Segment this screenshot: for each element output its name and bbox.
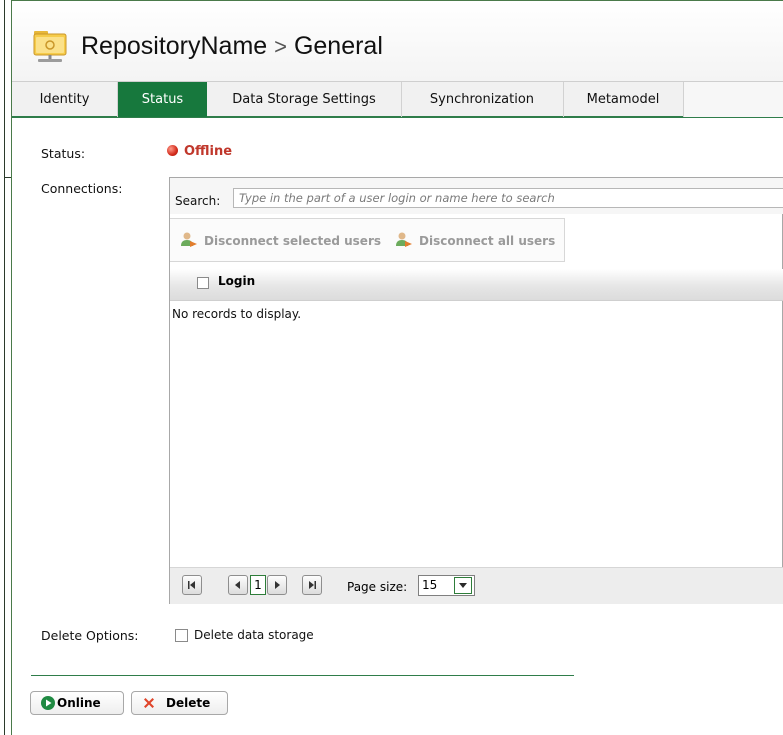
tab-synchronization[interactable]: Synchronization	[401, 82, 564, 117]
connections-grid: Search: Disconnect selected users Discon…	[169, 177, 783, 604]
disconnect-all-users-button[interactable]: Disconnect all users	[395, 231, 555, 249]
delete-button-label: Delete	[166, 696, 211, 710]
next-page-icon	[275, 581, 280, 589]
search-label: Search:	[175, 194, 221, 208]
status-label: Status:	[41, 146, 86, 161]
page-size-value: 15	[422, 578, 438, 592]
next-page-button[interactable]	[267, 575, 287, 595]
grid-header-row: Login	[170, 269, 783, 301]
online-button[interactable]: Online	[30, 691, 124, 715]
prev-page-button[interactable]	[228, 575, 248, 595]
current-page-number[interactable]: 1	[250, 575, 266, 595]
disconnect-user-icon	[396, 232, 412, 247]
online-button-label: Online	[57, 696, 101, 710]
disconnect-selected-label: Disconnect selected users	[204, 234, 381, 248]
search-input[interactable]	[233, 188, 783, 208]
tab-bar: Identity Status Data Storage Settings Sy…	[12, 81, 783, 118]
delete-data-storage-label[interactable]: Delete data storage	[194, 628, 314, 642]
status-value-text: Offline	[184, 144, 233, 159]
search-row: Search:	[170, 178, 783, 214]
column-login[interactable]: Login	[218, 274, 255, 288]
first-page-button[interactable]	[182, 575, 202, 595]
tab-bar-filler	[684, 82, 783, 117]
page-title: RepositoryName > General	[81, 32, 383, 61]
first-page-icon	[188, 581, 195, 589]
disconnect-toolbar: Disconnect selected users Disconnect all…	[170, 218, 565, 262]
last-page-icon	[309, 581, 316, 589]
page-header: RepositoryName > General	[12, 1, 783, 81]
delete-data-storage-checkbox[interactable]	[175, 629, 188, 642]
tab-metamodel[interactable]: Metamodel	[563, 82, 684, 117]
actions-divider	[31, 675, 574, 676]
section-name: General	[293, 32, 383, 60]
disconnect-selected-users-button[interactable]: Disconnect selected users	[180, 231, 381, 249]
delete-options-label: Delete Options:	[41, 628, 139, 643]
page-size-select[interactable]: 15	[418, 575, 475, 596]
status-value: Offline	[167, 144, 232, 159]
breadcrumb-separator: >	[274, 34, 287, 59]
offline-status-icon	[167, 145, 178, 156]
prev-page-icon	[235, 581, 240, 589]
repository-folder-icon	[33, 31, 67, 62]
page-size-label: Page size:	[347, 580, 408, 594]
tab-identity[interactable]: Identity	[12, 82, 118, 117]
outer-frame-line	[4, 0, 5, 735]
grid-pager: 1 Page size: 15	[170, 567, 783, 604]
tab-data-storage-settings[interactable]: Data Storage Settings	[207, 82, 402, 117]
delete-x-icon	[144, 698, 154, 708]
last-page-button[interactable]	[302, 575, 322, 595]
disconnect-user-icon	[181, 232, 197, 247]
tab-status[interactable]: Status	[118, 82, 207, 117]
page-size-dropdown-button[interactable]	[454, 577, 472, 594]
chevron-down-icon	[459, 583, 467, 588]
play-icon	[41, 696, 55, 710]
delete-button[interactable]: Delete	[131, 691, 228, 715]
empty-grid-message: No records to display.	[172, 307, 302, 321]
connections-label: Connections:	[41, 181, 123, 196]
repository-name: RepositoryName	[81, 32, 268, 60]
repository-panel: RepositoryName > General Identity Status…	[11, 0, 783, 735]
select-all-checkbox[interactable]	[197, 277, 209, 289]
disconnect-all-label: Disconnect all users	[419, 234, 556, 248]
